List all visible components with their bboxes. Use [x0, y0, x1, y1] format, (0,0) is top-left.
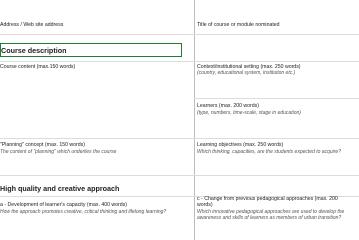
learning-objectives-label[interactable]: Learning objectives (max. 250 words) [197, 142, 283, 148]
development-hint: How the approach promotes creative, crit… [0, 209, 167, 215]
change-label-cont: words) [197, 202, 213, 208]
development-label[interactable]: a - Development of learner's capacity (m… [0, 202, 127, 208]
row-divider [194, 98, 359, 99]
row-divider [0, 138, 359, 139]
planning-concept-label[interactable]: "Planning" concept (max. 150 words) [0, 142, 85, 148]
row-divider [0, 34, 359, 35]
course-description-heading: Course description [1, 46, 67, 55]
row-divider [0, 175, 359, 176]
quality-approach-heading: High quality and creative approach [0, 184, 120, 193]
address-cell[interactable]: Address / Web site address [0, 22, 63, 28]
row-divider [0, 61, 359, 62]
course-title-cell[interactable]: Title of course or module nominated [197, 22, 280, 28]
change-hint-cont: awareness and skills of learners as memb… [197, 215, 342, 221]
context-setting-hint: (country, educational system, institutio… [197, 70, 296, 76]
course-content-cell[interactable]: Course content (max.150 words) [0, 64, 75, 70]
learners-hint: (type, numbers, time-scale, stage in edu… [197, 110, 301, 116]
column-divider [194, 0, 195, 240]
learners-label[interactable]: Learners (max. 200 words) [197, 103, 259, 109]
planning-concept-hint: The content of "planning" which underlie… [0, 149, 117, 155]
change-label[interactable]: c - Change from previous pedagogical app… [197, 196, 338, 202]
learning-objectives-hint: Which thinking, capacities, are the stud… [197, 149, 341, 155]
